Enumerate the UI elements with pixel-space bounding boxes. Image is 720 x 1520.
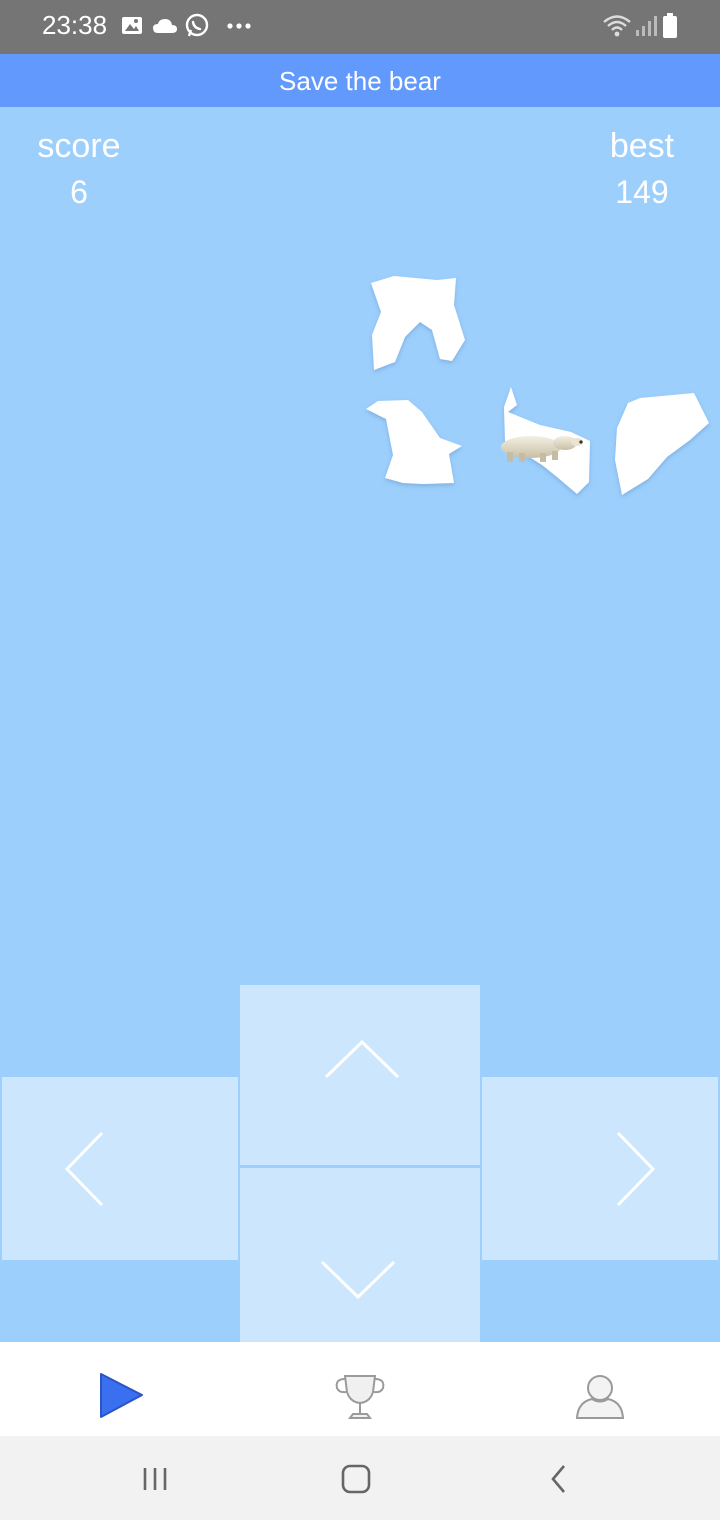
app-bar-title: Save the bear (0, 54, 720, 107)
chevron-down-icon (320, 1260, 396, 1300)
down-button[interactable] (240, 1168, 480, 1342)
ice-floe (371, 276, 465, 370)
chevron-left-icon (64, 1131, 104, 1207)
tab-profile[interactable] (480, 1342, 720, 1436)
bottom-nav (0, 1342, 720, 1436)
trophy-icon (335, 1375, 385, 1419)
status-bar: 23:38 (0, 0, 720, 54)
wifi-icon (603, 15, 631, 37)
right-button[interactable] (482, 1077, 718, 1260)
image-icon (122, 17, 142, 34)
ice-floe (366, 400, 462, 484)
tab-leaderboard[interactable] (240, 1342, 480, 1436)
left-button[interactable] (2, 1077, 238, 1260)
back-button[interactable] (498, 1436, 618, 1520)
more-dots-icon (227, 23, 251, 29)
chevron-right-icon (616, 1131, 656, 1207)
cloud-icon (153, 19, 177, 33)
play-icon (100, 1373, 143, 1418)
battery-icon (663, 13, 677, 38)
profile-icon (575, 1375, 625, 1419)
ice-floe (615, 393, 709, 495)
home-icon (341, 1464, 371, 1494)
back-icon (551, 1465, 565, 1493)
recents-button[interactable] (95, 1436, 215, 1520)
ice-floes (366, 276, 709, 495)
up-button[interactable] (240, 985, 480, 1165)
status-time: 23:38 (42, 10, 108, 40)
signal-icon (636, 16, 657, 36)
tab-play[interactable] (0, 1342, 240, 1436)
system-nav (0, 1436, 720, 1520)
whatsapp-icon (185, 13, 209, 37)
home-button[interactable] (296, 1436, 416, 1520)
chevron-up-icon (324, 1039, 400, 1079)
recents-icon (143, 1468, 167, 1490)
